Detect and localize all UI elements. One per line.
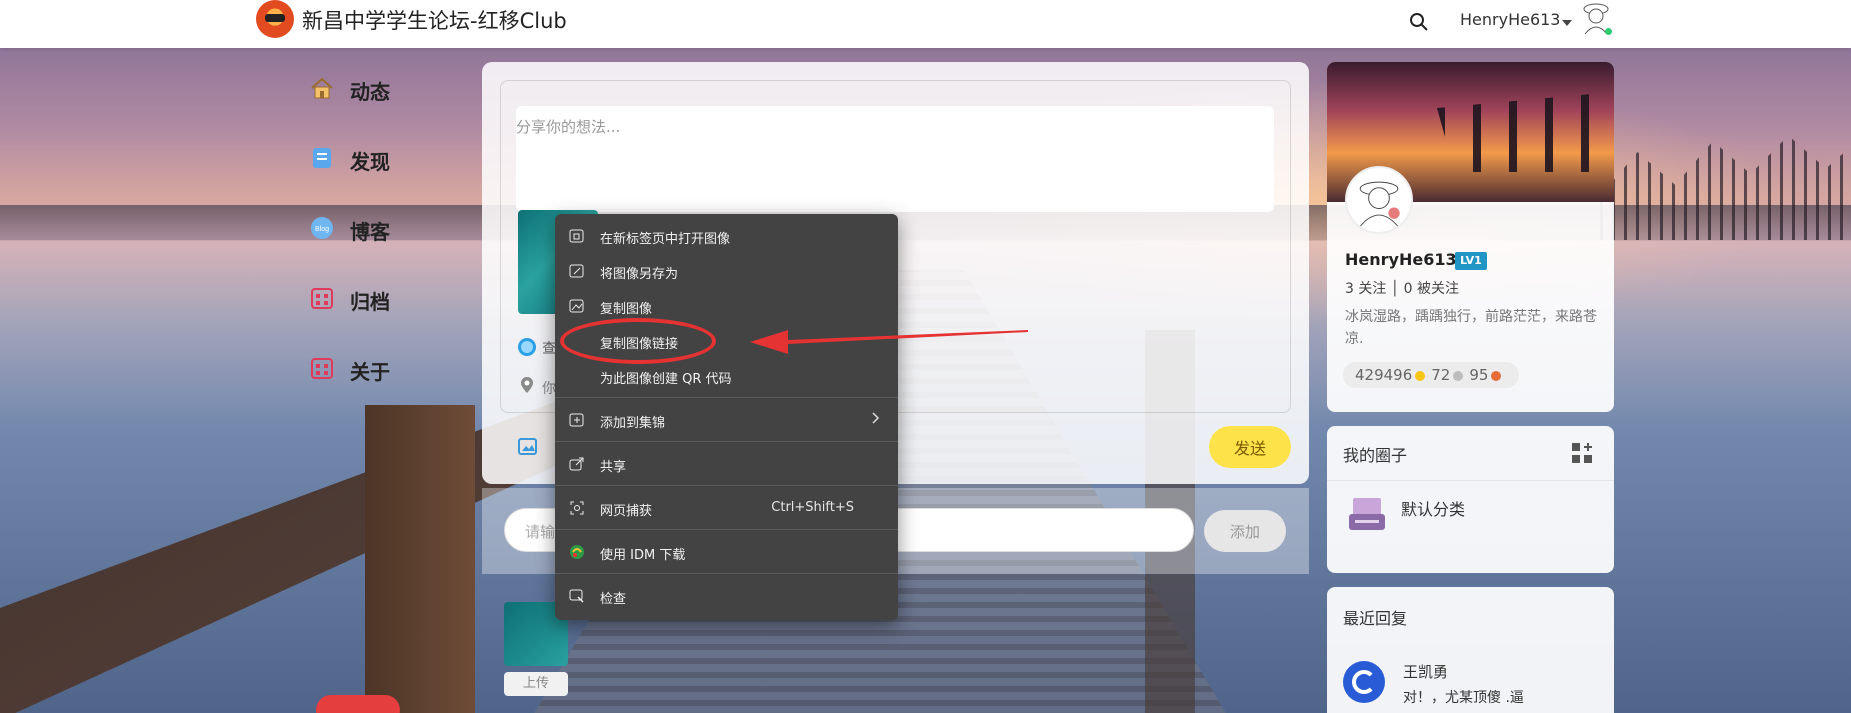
circles-title: 我的圈子 bbox=[1343, 446, 1408, 465]
profile-stats: 429496 72 95 bbox=[1343, 362, 1520, 388]
menu-item-inspect[interactable]: 检查 bbox=[555, 580, 898, 612]
menu-separator bbox=[555, 441, 898, 442]
home-icon bbox=[311, 77, 333, 99]
nav-label: 发现 bbox=[350, 150, 390, 174]
capture-icon bbox=[570, 501, 584, 515]
online-status-dot bbox=[1605, 28, 1612, 35]
profile-avatar[interactable] bbox=[1345, 166, 1413, 234]
reply-author[interactable]: 王凯勇 bbox=[1403, 661, 1448, 682]
site-logo[interactable] bbox=[256, 0, 294, 38]
menu-item-label: 添加到集锦 bbox=[600, 416, 666, 431]
default-category-link[interactable]: 默认分类 bbox=[1401, 496, 1465, 520]
post-textarea[interactable]: 分享你的想法... bbox=[516, 106, 1274, 212]
menu-item-shortcut: Ctrl+Shift+S bbox=[771, 500, 854, 515]
location-icon[interactable] bbox=[520, 376, 534, 394]
profile-bio: 冰岚湿路，踽踽独行，前路茫茫，来路苍凉. bbox=[1345, 309, 1597, 347]
reply-text[interactable]: 对！，尤某顶傻 .逼 bbox=[1403, 687, 1524, 707]
reply-avatar[interactable] bbox=[1343, 661, 1385, 703]
menu-item-label: 在新标签页中打开图像 bbox=[600, 232, 731, 247]
upload-badge[interactable]: 上传 bbox=[504, 672, 568, 696]
chevron-right-icon bbox=[872, 412, 880, 424]
recent-replies-title: 最近回复 bbox=[1343, 609, 1408, 628]
nav-item-discover[interactable]: 发现 bbox=[306, 140, 466, 210]
menu-item-idm-download[interactable]: 使用 IDM 下载 bbox=[555, 536, 898, 568]
site-title[interactable]: 新昌中学学生论坛-红移Club bbox=[302, 5, 567, 35]
nav-label: 博客 bbox=[350, 220, 390, 244]
follow-counts[interactable]: 3 关注 │ 0 被关注 bbox=[1345, 278, 1459, 298]
about-icon bbox=[311, 358, 333, 379]
chevron-down-icon[interactable] bbox=[1562, 20, 1572, 26]
nav-item-feed[interactable]: 动态 bbox=[306, 70, 466, 140]
nav-label: 动态 bbox=[350, 80, 390, 104]
nav-item-blog[interactable]: Blog 博客 bbox=[306, 210, 466, 280]
image-upload-icon[interactable] bbox=[518, 436, 540, 456]
menu-separator bbox=[555, 485, 898, 486]
open-tab-icon bbox=[569, 229, 584, 243]
menu-separator bbox=[555, 529, 898, 530]
category-tray-icon bbox=[1349, 498, 1385, 530]
visibility-radio[interactable] bbox=[518, 338, 536, 356]
menu-separator bbox=[555, 573, 898, 574]
floating-red-button[interactable] bbox=[316, 695, 400, 713]
stat-coins: 429496 bbox=[1355, 366, 1413, 384]
stat-silver: 72 bbox=[1431, 366, 1451, 384]
idm-icon bbox=[570, 545, 584, 559]
svg-text:Blog: Blog bbox=[315, 226, 329, 233]
copy-image-icon bbox=[569, 299, 584, 313]
share-icon bbox=[569, 457, 584, 471]
send-button[interactable]: 发送 bbox=[1209, 426, 1291, 468]
add-tag-button[interactable]: 添加 bbox=[1204, 510, 1286, 552]
profile-card: HenryHe613 LV1 3 关注 │ 0 被关注 冰岚湿路，踽踽独行，前路… bbox=[1327, 62, 1614, 412]
menu-item-label: 使用 IDM 下载 bbox=[600, 548, 686, 563]
nav-item-about[interactable]: 关于 bbox=[306, 350, 466, 420]
visibility-label: 查 bbox=[542, 341, 556, 357]
username-menu[interactable]: HenryHe613 bbox=[1460, 10, 1560, 29]
menu-item-label: 检查 bbox=[600, 592, 627, 607]
stat-points: 95 bbox=[1469, 366, 1489, 384]
post-placeholder: 分享你的想法... bbox=[516, 118, 621, 136]
save-image-icon bbox=[569, 264, 584, 278]
menu-item-label: 共享 bbox=[600, 460, 627, 475]
nav-label: 关于 bbox=[350, 360, 390, 384]
menu-item-share[interactable]: 共享 bbox=[555, 448, 898, 480]
profile-name[interactable]: HenryHe613 bbox=[1345, 250, 1457, 269]
image-context-menu: 在新标签页中打开图像 将图像另存为 复制图像 复制图像链接 为此图像创建 QR … bbox=[555, 214, 898, 620]
silver-coin-icon bbox=[1453, 370, 1464, 381]
inspect-icon bbox=[569, 589, 584, 603]
archive-icon bbox=[311, 288, 333, 309]
recent-replies-card: 最近回复 王凯勇 对！，尤某顶傻 .逼 bbox=[1327, 587, 1614, 713]
menu-item-create-qr-code[interactable]: 为此图像创建 QR 代码 bbox=[555, 360, 898, 392]
grid-add-icon[interactable] bbox=[1571, 442, 1593, 464]
circles-divider bbox=[1327, 480, 1614, 481]
location-label: 你 bbox=[542, 381, 556, 397]
red-arrow-annotation bbox=[750, 330, 1028, 354]
nav-item-archive[interactable]: 归档 bbox=[306, 280, 466, 350]
blog-icon: Blog bbox=[311, 217, 333, 239]
search-icon[interactable] bbox=[1409, 12, 1429, 32]
menu-item-save-image-as[interactable]: 将图像另存为 bbox=[555, 255, 898, 287]
menu-item-label: 将图像另存为 bbox=[600, 267, 679, 282]
my-circles-card: 我的圈子 默认分类 bbox=[1327, 426, 1614, 573]
copper-coin-icon bbox=[1491, 370, 1502, 381]
menu-item-label: 网页捕获 bbox=[600, 504, 653, 519]
tag-input-placeholder: 请输 bbox=[525, 523, 556, 541]
level-badge: LV1 bbox=[1455, 252, 1487, 270]
top-navbar: 新昌中学学生论坛-红移Club HenryHe613 bbox=[0, 0, 1851, 48]
menu-separator bbox=[555, 397, 898, 398]
discover-icon bbox=[313, 148, 331, 168]
nav-label: 归档 bbox=[350, 290, 390, 314]
menu-item-label: 复制图像 bbox=[600, 302, 653, 317]
menu-item-label: 为此图像创建 QR 代码 bbox=[600, 372, 732, 387]
gold-coin-icon bbox=[1415, 370, 1426, 381]
left-navigation: 动态 发现 Blog 博客 归档 关于 bbox=[306, 70, 466, 420]
highlight-circle-annotation bbox=[560, 318, 716, 364]
menu-item-web-capture[interactable]: 网页捕获 Ctrl+Shift+S bbox=[555, 492, 898, 524]
collection-icon bbox=[569, 413, 584, 427]
pier-post-left bbox=[365, 405, 475, 713]
menu-item-open-in-new-tab[interactable]: 在新标签页中打开图像 bbox=[555, 220, 898, 252]
menu-item-add-to-collections[interactable]: 添加到集锦 bbox=[555, 404, 898, 436]
